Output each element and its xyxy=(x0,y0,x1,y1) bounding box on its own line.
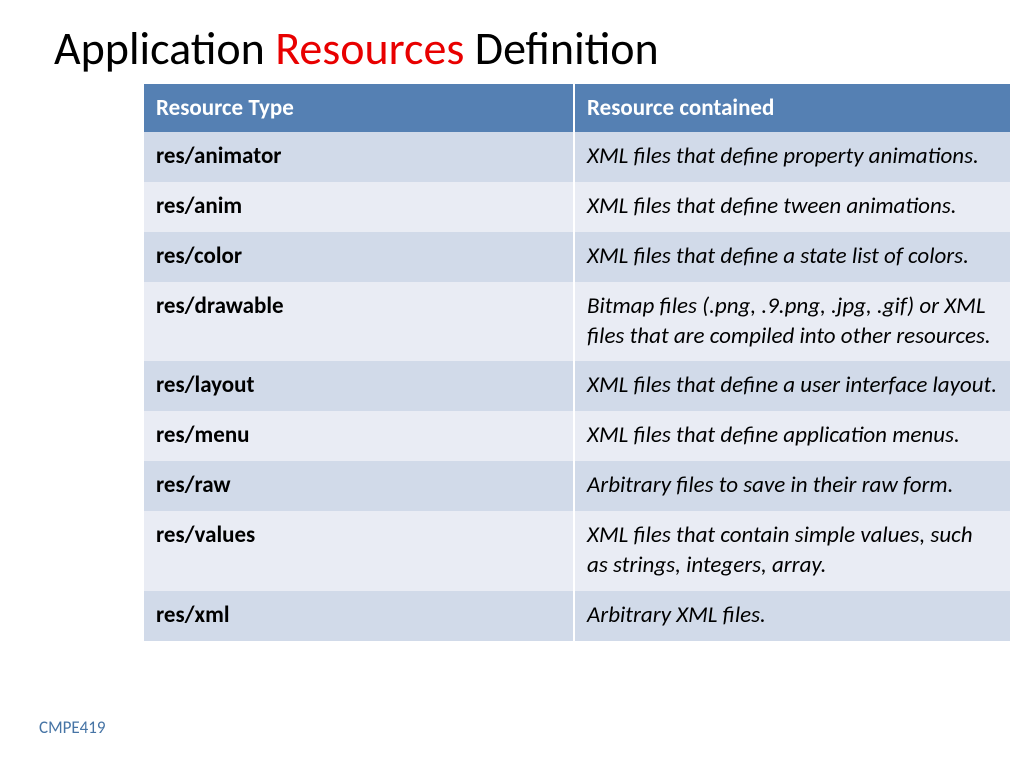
cell-resource-type: res/anim xyxy=(144,182,574,232)
table-header-row: Resource Type Resource contained xyxy=(144,84,1010,132)
cell-resource-type: res/drawable xyxy=(144,282,574,362)
cell-resource-contained: XML files that define a state list of co… xyxy=(574,232,1010,282)
title-highlight: Resources xyxy=(275,21,464,77)
cell-resource-contained: XML files that define application menus. xyxy=(574,411,1010,461)
cell-resource-contained: XML files that define a user interface l… xyxy=(574,361,1010,411)
resources-table: Resource Type Resource contained res/ani… xyxy=(144,84,1010,641)
cell-resource-type: res/color xyxy=(144,232,574,282)
cell-resource-type: res/layout xyxy=(144,361,574,411)
cell-resource-contained: Arbitrary files to save in their raw for… xyxy=(574,461,1010,511)
table-row: res/animatorXML files that define proper… xyxy=(144,132,1010,182)
table-row: res/rawArbitrary files to save in their … xyxy=(144,461,1010,511)
cell-resource-contained: XML files that contain simple values, su… xyxy=(574,511,1010,591)
table-row: res/animXML files that define tween anim… xyxy=(144,182,1010,232)
cell-resource-type: res/raw xyxy=(144,461,574,511)
title-part2: Definition xyxy=(464,21,658,77)
cell-resource-type: res/animator xyxy=(144,132,574,182)
table-row: res/drawableBitmap files (.png, .9.png, … xyxy=(144,282,1010,362)
title-part1: Application xyxy=(54,21,275,77)
table-row: res/xmlArbitrary XML files. xyxy=(144,591,1010,641)
table-row: res/colorXML files that define a state l… xyxy=(144,232,1010,282)
course-code: CMPE419 xyxy=(39,717,106,738)
table-row: res/menuXML files that define applicatio… xyxy=(144,411,1010,461)
table-row: res/layoutXML files that define a user i… xyxy=(144,361,1010,411)
cell-resource-contained: Arbitrary XML files. xyxy=(574,591,1010,641)
table-row: res/valuesXML files that contain simple … xyxy=(144,511,1010,591)
cell-resource-contained: XML files that define tween animations. xyxy=(574,182,1010,232)
slide-title: Application Resources Definition xyxy=(0,0,1024,75)
cell-resource-contained: Bitmap files (.png, .9.png, .jpg, .gif) … xyxy=(574,282,1010,362)
cell-resource-type: res/values xyxy=(144,511,574,591)
cell-resource-contained: XML files that define property animation… xyxy=(574,132,1010,182)
header-resource-type: Resource Type xyxy=(144,84,574,132)
cell-resource-type: res/xml xyxy=(144,591,574,641)
header-resource-contained: Resource contained xyxy=(574,84,1010,132)
cell-resource-type: res/menu xyxy=(144,411,574,461)
